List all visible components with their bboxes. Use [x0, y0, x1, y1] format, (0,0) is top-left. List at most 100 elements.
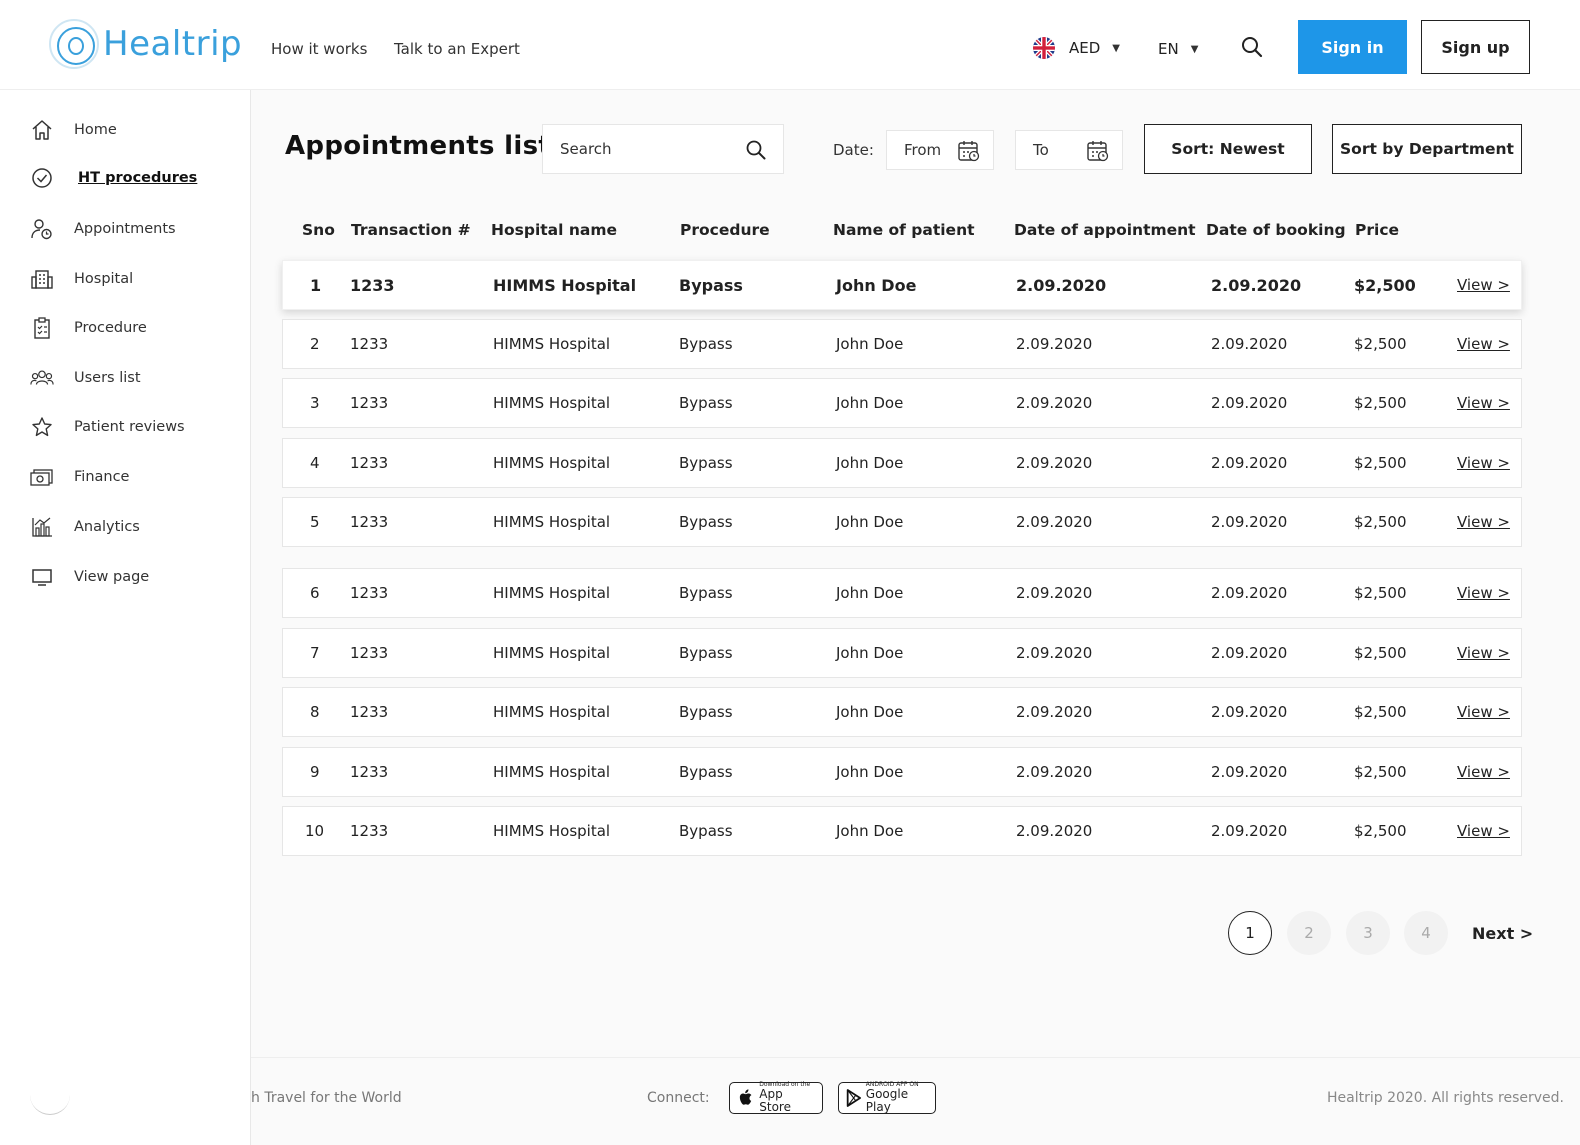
column-header-price: Price: [1355, 221, 1400, 239]
table-row[interactable]: 3 1233 HIMMS Hospital Bypass John Doe 2.…: [282, 378, 1522, 428]
cell-price: $2,500: [1354, 822, 1407, 840]
sidebar-item-finance[interactable]: Finance: [30, 465, 129, 489]
cell-sno: 5: [310, 513, 320, 531]
cell-patient: John Doe: [836, 335, 904, 353]
chart-icon: [30, 515, 54, 539]
sidebar-item-ht-procedures[interactable]: HT procedures: [30, 166, 197, 190]
view-link[interactable]: View >: [1457, 644, 1510, 662]
table-row[interactable]: 6 1233 HIMMS Hospital Bypass John Doe 2.…: [282, 568, 1522, 618]
sidebar-item-patient-reviews[interactable]: Patient reviews: [30, 415, 185, 439]
search-icon[interactable]: [1240, 35, 1264, 59]
view-link[interactable]: View >: [1457, 276, 1510, 294]
logo[interactable]: Healtrip: [49, 19, 242, 69]
view-link[interactable]: View >: [1457, 454, 1510, 472]
date-from-field[interactable]: From: [886, 130, 994, 170]
cell-patient: John Doe: [836, 763, 904, 781]
sign-up-button[interactable]: Sign up: [1421, 20, 1530, 74]
cell-procedure: Bypass: [679, 584, 733, 602]
cell-sno: 7: [310, 644, 320, 662]
search-placeholder: Search: [560, 140, 612, 158]
cell-patient: John Doe: [836, 276, 917, 295]
connect-label: Connect:: [647, 1090, 710, 1106]
sidebar-item-label: Procedure: [74, 320, 147, 336]
sidebar-item-analytics[interactable]: Analytics: [30, 515, 140, 539]
page-button-4[interactable]: 4: [1404, 911, 1448, 955]
cell-booking-date: 2.09.2020: [1211, 584, 1288, 602]
google-play-badge[interactable]: ANDROID APP ON Google Play: [838, 1081, 936, 1114]
column-header-hospital: Hospital name: [491, 221, 617, 239]
date-to-field[interactable]: To: [1015, 130, 1123, 170]
google-play-label: Google Play: [865, 1086, 909, 1114]
sidebar-item-appointments[interactable]: Appointments: [30, 217, 176, 241]
table-row[interactable]: 1 1233 HIMMS Hospital Bypass John Doe 2.…: [282, 260, 1522, 310]
nav-talk-expert[interactable]: Talk to an Expert: [394, 40, 520, 58]
page-button-2[interactable]: 2: [1287, 911, 1331, 955]
column-header-appointment-date: Date of appointment: [1014, 221, 1196, 239]
apple-icon: [739, 1089, 752, 1105]
cell-transaction: 1233: [350, 335, 389, 353]
currency-value: AED: [1069, 39, 1101, 57]
sort-newest-button[interactable]: Sort: Newest: [1144, 124, 1312, 174]
cell-price: $2,500: [1354, 584, 1407, 602]
cell-sno: 6: [310, 584, 320, 602]
building-icon: [30, 267, 54, 291]
cell-transaction: 1233: [350, 584, 389, 602]
sidebar-item-users-list[interactable]: Users list: [30, 366, 141, 390]
sidebar-item-procedure[interactable]: Procedure: [30, 316, 147, 340]
view-link[interactable]: View >: [1457, 763, 1510, 781]
page-button-1[interactable]: 1: [1228, 911, 1272, 955]
cell-appointment-date: 2.09.2020: [1016, 513, 1093, 531]
table-row[interactable]: 10 1233 HIMMS Hospital Bypass John Doe 2…: [282, 806, 1522, 856]
column-header-procedure: Procedure: [680, 221, 770, 239]
currency-select[interactable]: AED ▼: [1033, 37, 1120, 59]
sidebar-item-home[interactable]: Home: [30, 118, 117, 142]
cell-hospital: HIMMS Hospital: [493, 763, 611, 781]
sidebar-item-view-page[interactable]: View page: [30, 565, 149, 589]
cell-booking-date: 2.09.2020: [1211, 335, 1288, 353]
cell-transaction: 1233: [350, 454, 389, 472]
search-icon[interactable]: [745, 139, 767, 161]
table-row[interactable]: 4 1233 HIMMS Hospital Bypass John Doe 2.…: [282, 438, 1522, 488]
table-row[interactable]: 8 1233 HIMMS Hospital Bypass John Doe 2.…: [282, 687, 1522, 737]
table-row[interactable]: 9 1233 HIMMS Hospital Bypass John Doe 2.…: [282, 747, 1522, 797]
column-header-sno: Sno: [302, 221, 335, 239]
sort-department-button[interactable]: Sort by Department: [1332, 124, 1522, 174]
cell-hospital: HIMMS Hospital: [493, 335, 611, 353]
cell-appointment-date: 2.09.2020: [1016, 644, 1093, 662]
footer: h Travel for the World Connect: Download…: [251, 1057, 1580, 1145]
cell-transaction: 1233: [350, 763, 389, 781]
cell-sno: 10: [305, 822, 325, 840]
chevron-down-icon: ▼: [1190, 43, 1199, 55]
language-select[interactable]: EN ▼: [1158, 40, 1198, 58]
date-label: Date:: [833, 141, 874, 159]
nav-how-it-works[interactable]: How it works: [271, 40, 367, 58]
view-link[interactable]: View >: [1457, 822, 1510, 840]
view-link[interactable]: View >: [1457, 584, 1510, 602]
sign-in-button[interactable]: Sign in: [1298, 20, 1407, 74]
app-store-label: App Store: [759, 1086, 791, 1114]
view-link[interactable]: View >: [1457, 335, 1510, 353]
language-value: EN: [1158, 40, 1179, 58]
page-title: Appointments list: [285, 131, 552, 161]
cell-sno: 2: [310, 335, 320, 353]
next-page-link[interactable]: Next >: [1472, 924, 1533, 943]
date-from-label: From: [904, 141, 942, 159]
view-link[interactable]: View >: [1457, 703, 1510, 721]
search-input[interactable]: Search: [542, 124, 784, 174]
table-row[interactable]: 5 1233 HIMMS Hospital Bypass John Doe 2.…: [282, 497, 1522, 547]
page-button-3[interactable]: 3: [1346, 911, 1390, 955]
cell-sno: 4: [310, 454, 320, 472]
cell-hospital: HIMMS Hospital: [493, 584, 611, 602]
copyright-text: Healtrip 2020. All rights reserved.: [1326, 1090, 1564, 1106]
view-link[interactable]: View >: [1457, 513, 1510, 531]
cell-patient: John Doe: [836, 644, 904, 662]
view-link[interactable]: View >: [1457, 394, 1510, 412]
cell-sno: 1: [310, 276, 322, 295]
sidebar-item-hospital[interactable]: Hospital: [30, 267, 133, 291]
table-row[interactable]: 2 1233 HIMMS Hospital Bypass John Doe 2.…: [282, 319, 1522, 369]
footer-tagline: h Travel for the World: [251, 1090, 402, 1106]
app-store-badge[interactable]: Download on the App Store: [729, 1081, 823, 1114]
cell-appointment-date: 2.09.2020: [1016, 276, 1107, 295]
table-row[interactable]: 7 1233 HIMMS Hospital Bypass John Doe 2.…: [282, 628, 1522, 678]
column-header-booking-date: Date of booking: [1206, 221, 1346, 239]
